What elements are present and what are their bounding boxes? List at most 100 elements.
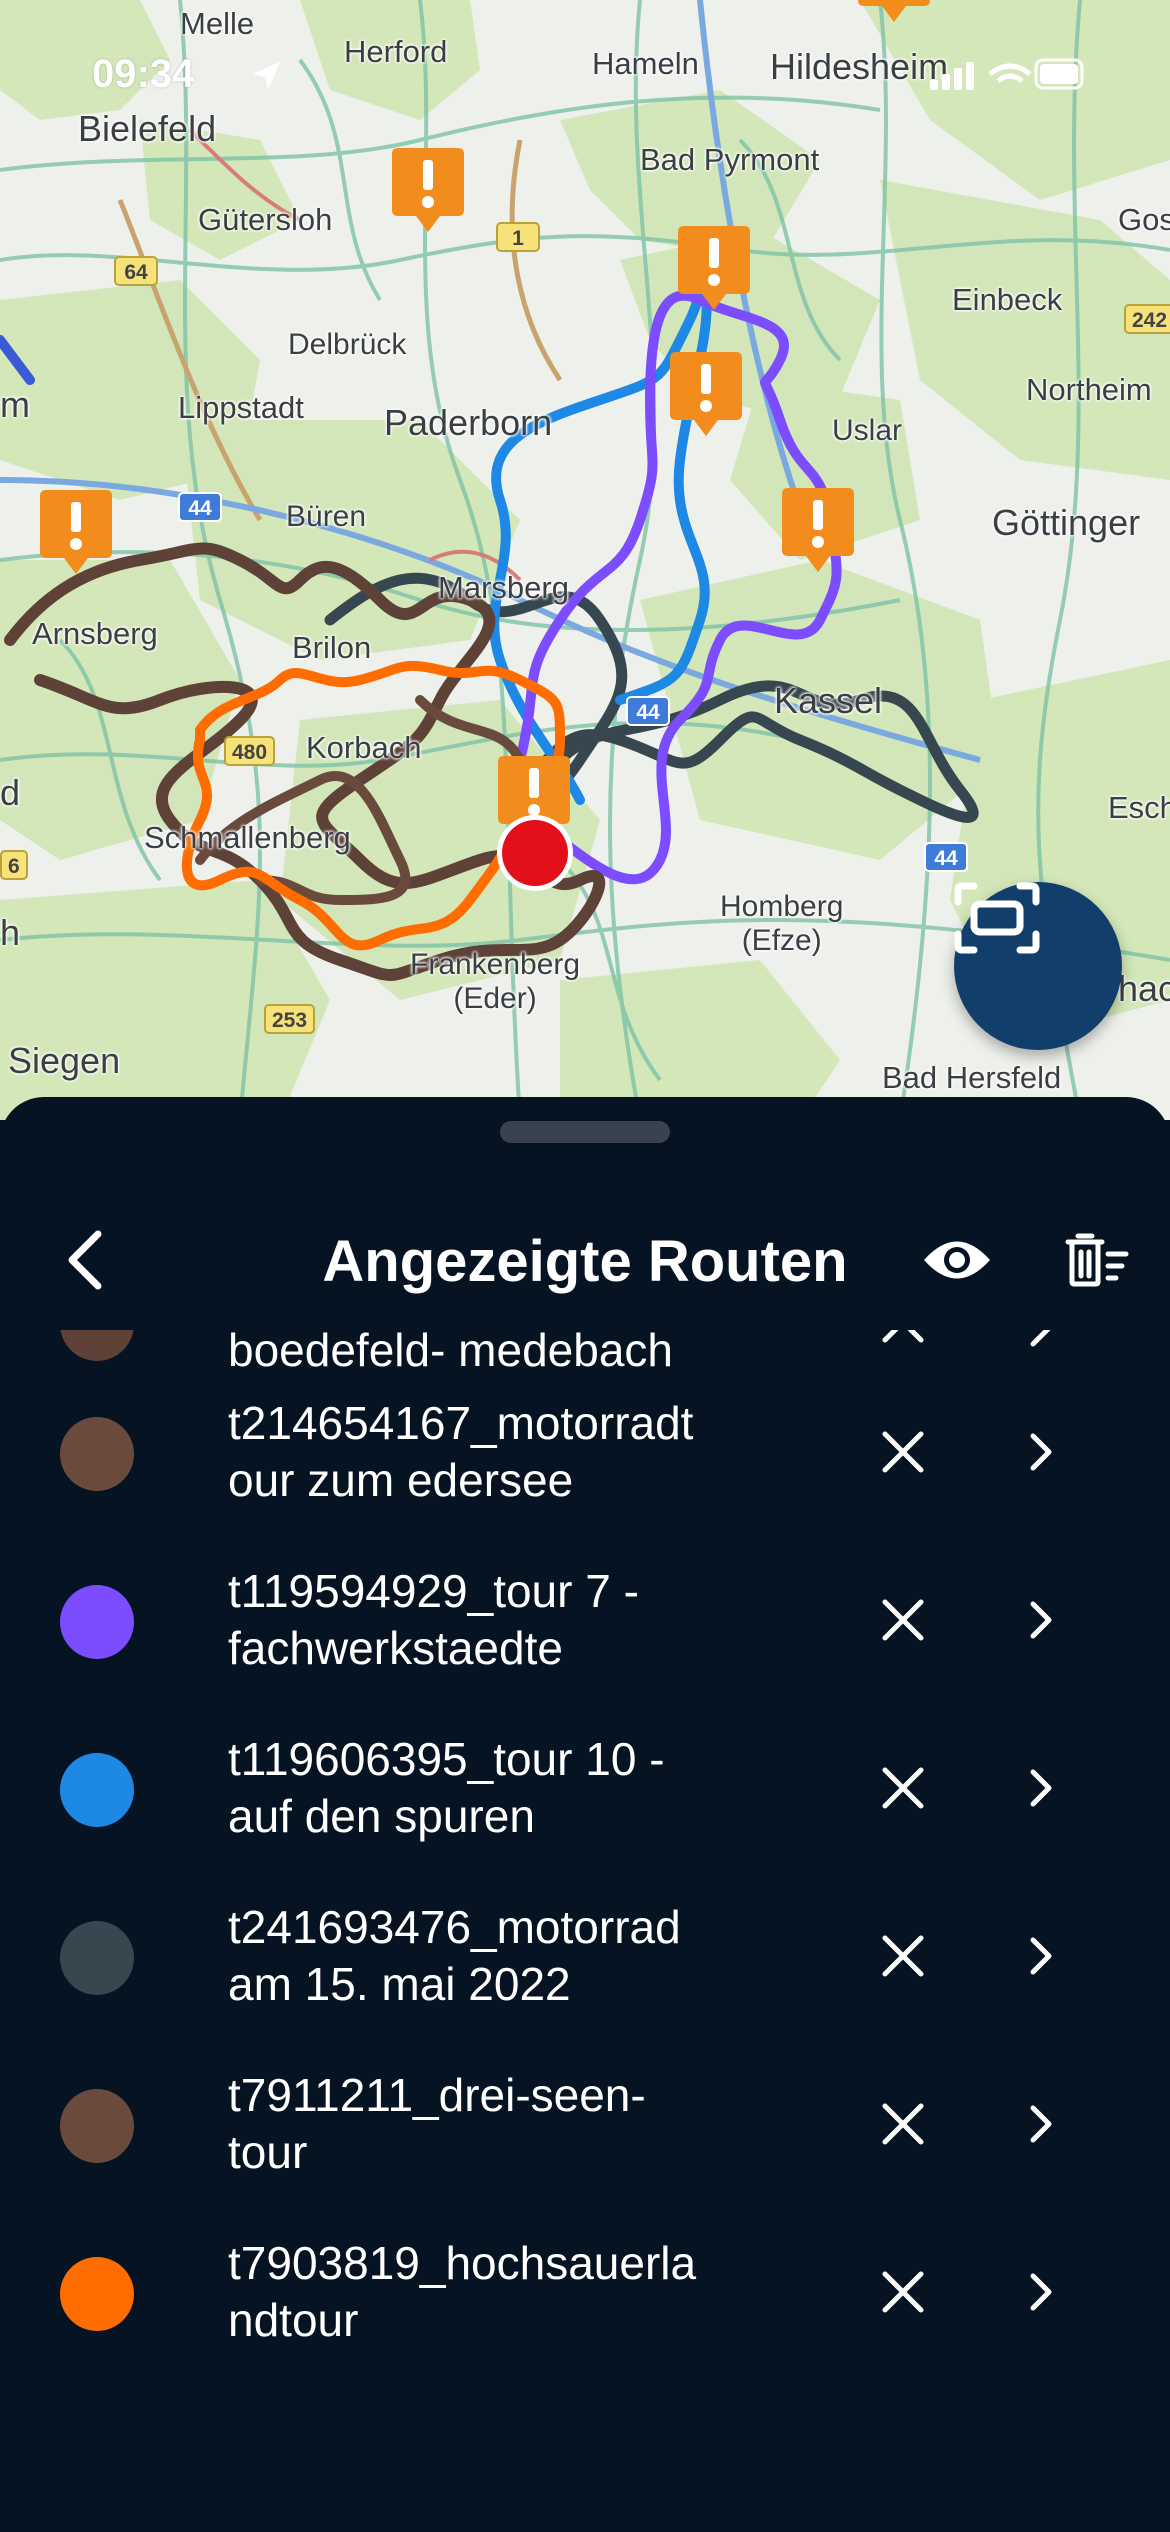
map-label-korbach: Korbach <box>306 730 422 765</box>
map-label-bad-pyrmont: Bad Pyrmont <box>640 142 820 177</box>
current-location-icon <box>494 812 576 894</box>
map-label-bad-hersfeld: Bad Hersfeld <box>882 1060 1062 1095</box>
chevron-right-icon <box>1025 1596 1055 1649</box>
map-label-melle: Melle <box>180 6 255 41</box>
open-route-button[interactable] <box>1000 1577 1080 1667</box>
route-row[interactable]: t214654167_motorradt our zum edersee <box>0 1370 1170 1538</box>
fit-bounds-button[interactable] <box>954 882 1122 1050</box>
map-label-guetersloh: Gütersloh <box>198 202 333 237</box>
map-label-hac: hac <box>1118 968 1170 1009</box>
remove-route-button[interactable] <box>858 2249 948 2339</box>
open-route-button[interactable] <box>1000 2081 1080 2171</box>
remove-route-button[interactable] <box>858 1577 948 1667</box>
route-color-dot <box>60 1753 134 1827</box>
open-route-button[interactable] <box>1000 1913 1080 2003</box>
exclamation-warning-icon[interactable] <box>670 352 742 440</box>
screen: Melle Herford Hameln Hildesheim Bielefel… <box>0 0 1170 2532</box>
map-label-uslar: Uslar <box>832 414 903 447</box>
map-label-hameln: Hameln <box>592 46 699 81</box>
close-icon <box>880 1597 926 1648</box>
remove-route-button[interactable] <box>858 2081 948 2171</box>
exclamation-warning-icon[interactable] <box>678 226 750 314</box>
route-row[interactable]: t119606395_tour 10 - auf den spuren <box>0 1706 1170 1874</box>
route-name: t119606395_tour 10 - auf den spuren <box>228 1733 665 1842</box>
map-label-brilon: Brilon <box>292 630 372 665</box>
exclamation-warning-icon[interactable] <box>392 148 464 236</box>
map-label-kassel: Kassel <box>774 680 883 721</box>
map-label-eschwe: Eschwe <box>1108 790 1170 825</box>
road-shield: 1 <box>496 222 540 252</box>
map-label-m: m <box>0 384 30 425</box>
visibility-toggle-button[interactable] <box>912 1217 1002 1307</box>
map-label-lippstadt: Lippstadt <box>178 390 304 425</box>
route-row[interactable]: t119594929_tour 7 - fachwerkstaedte <box>0 1538 1170 1706</box>
routes-sheet: Angezeigte Routen boedefeld- medebach t2… <box>0 1097 1170 2532</box>
map-label-frankenberg: Frankenberg (Eder) <box>410 948 581 1015</box>
map-label-arnsberg: Arnsberg <box>32 616 158 651</box>
status-time: 09:34 <box>92 52 195 96</box>
road-shield: 64 <box>114 256 158 286</box>
route-name: t241693476_motorrad am 15. mai 2022 <box>228 1901 681 2010</box>
map-label-schmallenberg: Schmallenberg <box>144 820 351 855</box>
chevron-right-icon <box>1025 1932 1055 1985</box>
chevron-right-icon <box>1025 2100 1055 2153</box>
route-color-dot <box>60 2089 134 2163</box>
remove-route-button[interactable] <box>858 1745 948 1835</box>
map-label-gos: Gos <box>1118 202 1170 237</box>
eye-icon <box>922 1237 992 1288</box>
map-label-bueren: Büren <box>286 500 367 533</box>
road-shield: 242 <box>1124 304 1170 334</box>
chevron-right-icon <box>1025 1428 1055 1481</box>
close-icon <box>880 2101 926 2152</box>
map-label-einbeck: Einbeck <box>952 282 1063 317</box>
route-color-dot <box>60 1330 134 1361</box>
route-color-dot <box>60 1921 134 1995</box>
route-row[interactable]: t7903819_hochsauerla ndtour <box>0 2210 1170 2378</box>
road-shield: 44 <box>178 492 222 522</box>
map-view[interactable]: Melle Herford Hameln Hildesheim Bielefel… <box>0 0 1170 1120</box>
road-shield: 480 <box>224 736 276 766</box>
chevron-right-icon <box>1025 1764 1055 1817</box>
road-shield: 44 <box>626 696 670 726</box>
map-label-goettingen: Göttinger <box>992 502 1141 543</box>
open-route-button[interactable] <box>1000 1745 1080 1835</box>
road-shield: 44 <box>924 842 968 872</box>
map-label-herford: Herford <box>344 34 448 69</box>
map-label-delbrueck: Delbrück <box>288 328 407 361</box>
back-button[interactable] <box>44 1217 124 1307</box>
chevron-right-icon[interactable] <box>1000 1330 1080 1369</box>
map-label-bielefeld: Bielefeld <box>78 108 217 149</box>
delete-all-icon <box>1064 1232 1130 1293</box>
route-name: t214654167_motorradt our zum edersee <box>228 1397 694 1506</box>
map-label-d: d <box>0 772 21 813</box>
route-row[interactable]: t241693476_motorrad am 15. mai 2022 <box>0 1874 1170 2042</box>
chevron-right-icon <box>1025 2268 1055 2321</box>
road-shield: 253 <box>264 1004 316 1034</box>
route-name: t119594929_tour 7 - fachwerkstaedte <box>228 1565 639 1674</box>
delete-all-button[interactable] <box>1052 1217 1142 1307</box>
close-icon <box>880 1933 926 1984</box>
map-label-hildesheim: Hildesheim <box>770 46 949 87</box>
remove-route-button[interactable] <box>858 1409 948 1499</box>
open-route-button[interactable] <box>1000 1409 1080 1499</box>
exclamation-warning-icon[interactable] <box>858 0 930 26</box>
close-icon <box>880 1765 926 1816</box>
route-list[interactable]: boedefeld- medebach t214654167_motorradt… <box>0 1330 1170 2532</box>
route-color-dot <box>60 1585 134 1659</box>
route-name: t7911211_drei-seen- tour <box>228 2069 646 2178</box>
drag-handle[interactable] <box>500 1121 670 1143</box>
sheet-title: Angezeigte Routen <box>322 1229 848 1294</box>
exclamation-warning-icon[interactable] <box>782 488 854 576</box>
sheet-header: Angezeigte Routen <box>0 1207 1170 1317</box>
open-route-button[interactable] <box>1000 2249 1080 2339</box>
status-indicators <box>930 52 1090 96</box>
remove-route-button[interactable] <box>858 1913 948 2003</box>
exclamation-warning-icon[interactable] <box>40 490 112 578</box>
map-label-marsberg: Marsberg <box>438 570 569 605</box>
chevron-up-icon[interactable] <box>858 1330 948 1369</box>
route-name: t7903819_hochsauerla ndtour <box>228 2237 697 2346</box>
map-label-h: h <box>0 912 21 953</box>
close-icon <box>880 1429 926 1480</box>
chevron-left-icon <box>62 1228 106 1297</box>
route-row[interactable]: t7911211_drei-seen- tour <box>0 2042 1170 2210</box>
